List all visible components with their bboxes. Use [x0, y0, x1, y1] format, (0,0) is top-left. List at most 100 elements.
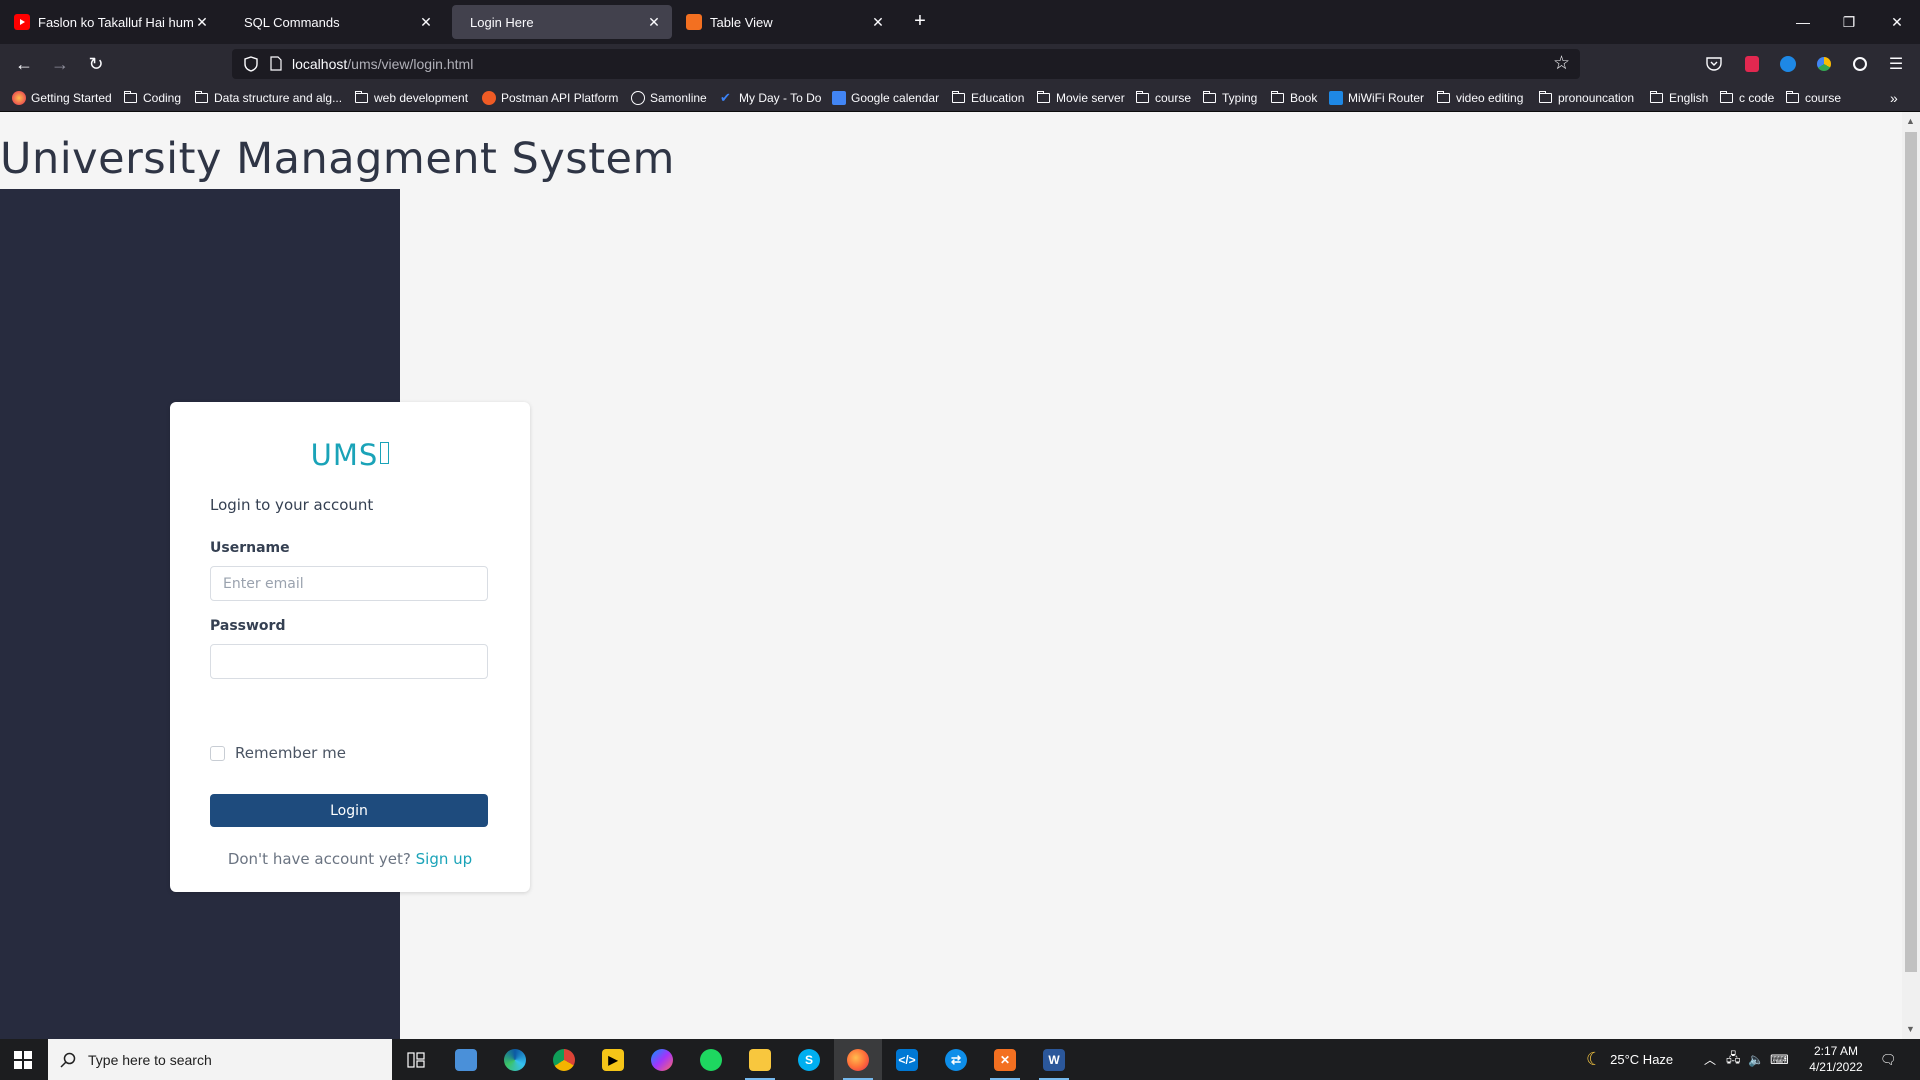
close-window-icon[interactable]: ✕ — [1874, 0, 1920, 44]
bookmark-label: Coding — [143, 91, 182, 105]
bookmark-video-editing[interactable]: video editing — [1437, 89, 1523, 107]
bookmark-label: pronouncation — [1558, 91, 1635, 105]
teamviewer-icon[interactable]: ⇄ — [932, 1039, 980, 1080]
vertical-scrollbar[interactable]: ▲ ▼ — [1902, 112, 1920, 1039]
bookmark-label: My Day - To Do — [739, 91, 822, 105]
scroll-down-icon[interactable]: ▼ — [1906, 1024, 1915, 1034]
mail-app-icon[interactable] — [442, 1039, 490, 1080]
signup-prompt: Don't have account yet? — [227, 850, 411, 868]
reload-icon[interactable]: ↻ — [82, 52, 110, 76]
vscode-icon[interactable]: </> — [883, 1039, 931, 1080]
pocket-icon[interactable] — [1704, 54, 1724, 74]
bookmark-book[interactable]: Book — [1271, 89, 1317, 107]
file-explorer-icon[interactable] — [736, 1039, 784, 1080]
bookmark-samonline[interactable]: Samonline — [631, 89, 707, 107]
scrollbar-thumb[interactable] — [1905, 132, 1917, 972]
extension-color-icon[interactable] — [1814, 54, 1834, 74]
folder-icon — [1037, 91, 1050, 103]
bookmark-getting-started[interactable]: Getting Started — [12, 89, 112, 107]
forward-arrow-icon[interactable]: → — [46, 52, 74, 76]
bookmark-course-2[interactable]: course — [1786, 89, 1841, 107]
bookmark-google-calendar[interactable]: Google calendar — [832, 89, 939, 107]
edge-icon[interactable] — [491, 1039, 539, 1080]
hamburger-menu-icon[interactable]: ☰ — [1886, 54, 1906, 74]
folder-icon — [1136, 91, 1149, 103]
tab-title: Table View — [710, 14, 773, 30]
messenger-icon[interactable] — [638, 1039, 686, 1080]
browser-tab-bar: Faslon ko Takalluf Hai humse A ✕ SQL Com… — [0, 0, 1920, 44]
bookmark-star-icon[interactable]: ☆ — [1553, 52, 1570, 75]
bookmark-typing[interactable]: Typing — [1203, 89, 1257, 107]
bookmark-education[interactable]: Education — [952, 89, 1024, 107]
skype-icon[interactable]: S — [785, 1039, 833, 1080]
restore-icon[interactable]: ❐ — [1826, 0, 1872, 44]
weather-widget[interactable]: ☾ 25°C Haze — [1586, 1039, 1673, 1080]
extension-blue-icon[interactable] — [1778, 54, 1798, 74]
bookmark-label: Book — [1290, 91, 1318, 105]
tab-table-view[interactable]: Table View ✕ — [676, 5, 896, 39]
folder-icon — [1650, 91, 1663, 103]
bookmark-label: Samonline — [650, 91, 707, 105]
word-icon[interactable]: W — [1030, 1039, 1078, 1080]
remember-me-row[interactable]: Remember me — [210, 744, 346, 762]
login-button[interactable]: Login — [210, 794, 488, 827]
url-text[interactable]: localhost/ums/view/login.html — [292, 56, 473, 72]
task-view-icon[interactable] — [392, 1039, 440, 1080]
extension-lock-icon[interactable] — [1742, 54, 1762, 74]
tab-youtube[interactable]: Faslon ko Takalluf Hai humse A ✕ — [4, 5, 220, 39]
close-icon[interactable]: ✕ — [646, 14, 662, 31]
page-content: University Managment System UMS Login to… — [0, 112, 1902, 1039]
minimize-icon[interactable]: — — [1780, 0, 1826, 44]
scroll-up-icon[interactable]: ▲ — [1906, 116, 1915, 126]
close-icon[interactable]: ✕ — [870, 14, 886, 31]
bookmark-data-structure[interactable]: Data structure and alg... — [195, 89, 342, 107]
bookmark-coding[interactable]: Coding — [124, 89, 181, 107]
login-subtitle: Login to your account — [210, 496, 374, 514]
close-icon[interactable]: ✕ — [194, 14, 210, 31]
shield-icon[interactable] — [244, 56, 258, 72]
back-arrow-icon[interactable]: ← — [10, 52, 38, 76]
spotify-icon[interactable] — [687, 1039, 735, 1080]
url-path: /ums/view/login.html — [347, 56, 474, 72]
bookmark-label: Postman API Platform — [501, 91, 619, 105]
password-input[interactable] — [210, 644, 488, 679]
tray-overflow-icon[interactable]: ︿ — [1704, 1039, 1716, 1080]
bookmark-course[interactable]: course — [1136, 89, 1191, 107]
extensions-puzzle-icon[interactable] — [1850, 54, 1870, 74]
remember-me-checkbox[interactable] — [210, 745, 225, 761]
firefox-taskbar-icon[interactable] — [834, 1039, 882, 1080]
xampp-taskbar-icon[interactable]: ✕ — [981, 1039, 1029, 1080]
bookmark-miwifi-router[interactable]: MiWiFi Router — [1329, 89, 1424, 107]
bookmarks-overflow-icon[interactable]: » — [1890, 89, 1898, 107]
bookmark-web-development[interactable]: web development — [355, 89, 468, 107]
tab-login-here[interactable]: Login Here ✕ — [452, 5, 672, 39]
signup-link[interactable]: Sign up — [416, 850, 473, 868]
start-windows-icon[interactable] — [0, 1039, 46, 1080]
notification-icon[interactable]: 🗨 — [1880, 1039, 1897, 1080]
bookmark-english[interactable]: English — [1650, 89, 1708, 107]
network-icon[interactable]: 🖧 — [1726, 1039, 1741, 1080]
bookmark-label: Education — [971, 91, 1025, 105]
close-icon[interactable]: ✕ — [418, 14, 434, 31]
username-input[interactable] — [210, 566, 488, 601]
bookmark-c-code[interactable]: c code — [1720, 89, 1774, 107]
keyboard-icon[interactable]: ⌨ — [1770, 1039, 1789, 1080]
tab-sql-commands[interactable]: SQL Commands ✕ — [224, 5, 444, 39]
address-bar[interactable]: localhost/ums/view/login.html ☆ — [232, 49, 1580, 79]
system-clock[interactable]: 2:17 AM 4/21/2022 — [1796, 1043, 1876, 1075]
bookmark-my-day[interactable]: ✔ My Day - To Do — [720, 89, 821, 107]
folder-icon — [1203, 91, 1216, 103]
new-tab-button[interactable]: + — [908, 9, 932, 33]
clock-time: 2:17 AM — [1813, 1044, 1859, 1058]
taskbar-search-box[interactable]: Type here to search — [48, 1039, 392, 1080]
tab-title: SQL Commands — [244, 14, 340, 30]
signup-line: Don't have account yet? Sign up — [170, 850, 530, 868]
volume-icon[interactable]: 🔈 — [1748, 1039, 1764, 1080]
media-player-icon[interactable]: ▶ — [589, 1039, 637, 1080]
windows-taskbar: Type here to search ▶ S </> ⇄ ✕ W ☾ 25°C… — [0, 1039, 1920, 1080]
folder-icon — [1271, 91, 1284, 103]
bookmark-postman[interactable]: Postman API Platform — [482, 89, 618, 107]
chrome-icon[interactable] — [540, 1039, 588, 1080]
bookmark-pronouncation[interactable]: pronouncation — [1539, 89, 1634, 107]
bookmark-movie-server[interactable]: Movie server — [1037, 89, 1125, 107]
